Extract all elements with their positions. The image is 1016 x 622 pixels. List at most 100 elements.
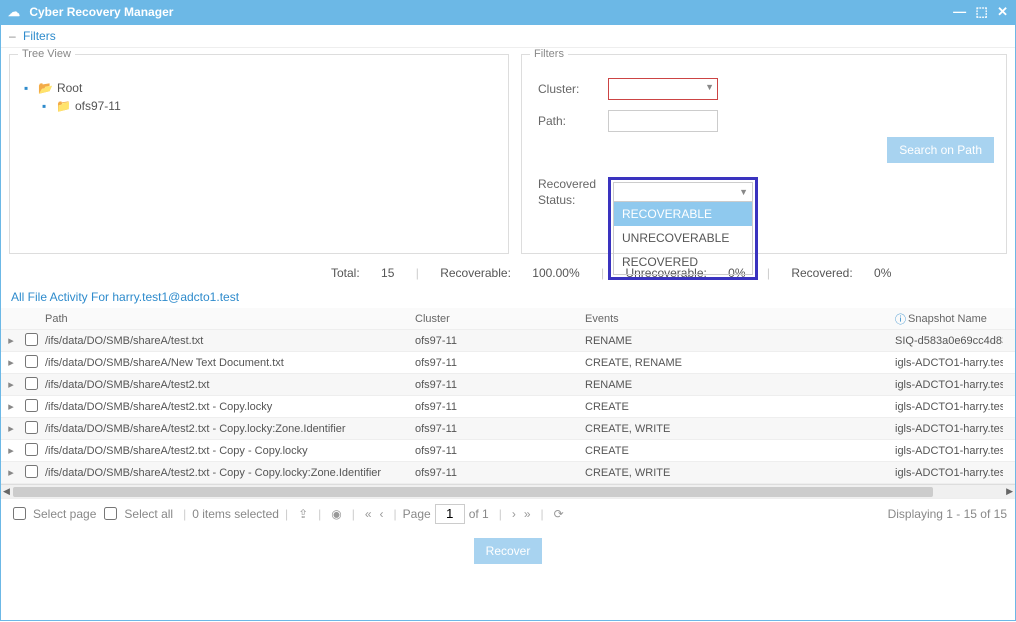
recovered-value: 0% <box>874 266 891 280</box>
tree-child-row[interactable]: ▪ 📁 ofs97-11 <box>42 97 494 115</box>
cell-events: CREATE, RENAME <box>581 357 891 369</box>
path-input[interactable] <box>608 110 718 132</box>
first-page-icon[interactable]: « <box>365 507 372 521</box>
cell-snapshot: igls-ADCTO1-harry.test1- <box>891 401 1003 413</box>
row-checkbox[interactable] <box>25 333 38 346</box>
minimize-icon[interactable]: — <box>953 4 966 19</box>
cell-path: /ifs/data/DO/SMB/shareA/New Text Documen… <box>41 357 411 369</box>
expand-row-icon[interactable]: ▸ <box>1 356 21 369</box>
tree-expand-icon[interactable]: ▪ <box>42 99 54 113</box>
expand-row-icon[interactable]: ▸ <box>1 334 21 347</box>
cell-path: /ifs/data/DO/SMB/shareA/test2.txt - Copy… <box>41 401 411 413</box>
filters-legend: Filters <box>530 48 568 60</box>
recovered-label: Recovered: <box>791 266 852 280</box>
cell-path: /ifs/data/DO/SMB/shareA/test2.txt <box>41 379 411 391</box>
export-icon[interactable]: ⇪ <box>298 507 308 521</box>
display-range: Displaying 1 - 15 of 15 <box>888 507 1007 521</box>
col-path[interactable]: Path <box>41 313 411 325</box>
table-row[interactable]: ▸ /ifs/data/DO/SMB/shareA/test2.txtofs97-… <box>1 374 1015 396</box>
folder-open-icon: 📂 <box>38 81 53 95</box>
option-recovered[interactable]: RECOVERED <box>614 250 752 274</box>
cluster-select[interactable] <box>608 78 718 100</box>
page-of-label: of 1 <box>469 507 489 521</box>
camera-icon[interactable]: ◉ <box>331 507 341 521</box>
table-row[interactable]: ▸/ifs/data/DO/SMB/shareA/test2.txt - Cop… <box>1 440 1015 462</box>
expand-row-icon[interactable]: ▸ <box>1 444 21 457</box>
table-row[interactable]: ▸ /ifs/data/DO/SMB/shareA/test2.txt - Cop… <box>1 396 1015 418</box>
select-page-label: Select page <box>33 507 96 521</box>
row-checkbox[interactable] <box>25 465 38 478</box>
table-row[interactable]: ▸ /ifs/data/DO/SMB/shareA/test.txtofs97-1… <box>1 330 1015 352</box>
cell-cluster: ofs97-11 <box>411 357 581 369</box>
cell-cluster: ofs97-11 <box>411 379 581 391</box>
table-row[interactable]: ▸ /ifs/data/DO/SMB/shareA/New Text Docume… <box>1 352 1015 374</box>
items-selected-label: 0 items selected <box>192 507 279 521</box>
total-value: 15 <box>381 266 394 280</box>
cell-path: /ifs/data/DO/SMB/shareA/test.txt <box>41 335 411 347</box>
option-unrecoverable[interactable]: UNRECOVERABLE <box>614 226 752 250</box>
table-row[interactable]: ▸/ifs/data/DO/SMB/shareA/test2.txt - Cop… <box>1 418 1015 440</box>
cell-path: /ifs/data/DO/SMB/shareA/test2.txt - Copy… <box>41 467 411 479</box>
cell-events: RENAME <box>581 379 891 391</box>
window-title: Cyber Recovery Manager <box>29 5 173 19</box>
option-recoverable[interactable]: RECOVERABLE <box>614 202 752 226</box>
cell-cluster: ofs97-11 <box>411 467 581 479</box>
tree-collapse-icon[interactable]: ▪ <box>24 81 36 95</box>
collapse-icon[interactable]: – <box>9 29 16 43</box>
cell-events: RENAME <box>581 335 891 347</box>
cell-events: CREATE <box>581 445 891 457</box>
table-row[interactable]: ▸ /ifs/data/DO/SMB/shareA/test2.txt - Cop… <box>1 462 1015 484</box>
row-checkbox[interactable] <box>25 421 38 434</box>
next-page-icon[interactable]: › <box>512 507 516 521</box>
scroll-right-icon[interactable]: ▶ <box>1006 486 1013 497</box>
row-checkbox[interactable] <box>25 355 38 368</box>
prev-page-icon[interactable]: ‹ <box>380 507 384 521</box>
cluster-label: Cluster: <box>538 82 608 96</box>
page-label: Page <box>403 507 431 521</box>
grid-header-row: Path Cluster Events ⓘ Snapshot Name <box>1 308 1015 330</box>
select-all-checkbox[interactable] <box>104 507 117 520</box>
window-titlebar: ☁ Cyber Recovery Manager — ⬚ ✕ <box>0 0 1016 24</box>
row-checkbox[interactable] <box>25 399 38 412</box>
chevron-down-icon: ▼ <box>739 187 748 197</box>
last-page-icon[interactable]: » <box>524 507 531 521</box>
select-all-label: Select all <box>124 507 173 521</box>
recoverable-value: 100.00% <box>532 266 579 280</box>
expand-row-icon[interactable]: ▸ <box>1 400 21 413</box>
stats-bar: Total: 15 | Recoverable: 100.00% | Unrec… <box>1 260 1015 284</box>
recovered-status-input[interactable]: ▼ <box>613 182 753 202</box>
col-snapshot[interactable]: ⓘ Snapshot Name <box>891 311 1003 327</box>
col-snapshot-label: Snapshot Name <box>908 313 987 325</box>
col-cluster[interactable]: Cluster <box>411 313 581 325</box>
tree-root-row[interactable]: ▪ 📂 Root <box>24 79 494 97</box>
col-events[interactable]: Events <box>581 313 891 325</box>
filters-section-header[interactable]: – Filters <box>1 25 1015 48</box>
select-page-checkbox[interactable] <box>13 507 26 520</box>
horizontal-scrollbar[interactable]: ◀ ▶ <box>1 484 1015 498</box>
recoverable-label: Recoverable: <box>440 266 511 280</box>
expand-row-icon[interactable]: ▸ <box>1 378 21 391</box>
maximize-icon[interactable]: ⬚ <box>975 4 987 19</box>
close-icon[interactable]: ✕ <box>997 4 1008 19</box>
cell-snapshot: igls-ADCTO1-harry.test1- <box>891 423 1003 435</box>
row-checkbox[interactable] <box>25 443 38 456</box>
cell-cluster: ofs97-11 <box>411 445 581 457</box>
expand-row-icon[interactable]: ▸ <box>1 422 21 435</box>
scroll-thumb[interactable] <box>13 487 933 497</box>
tree-child-label: ofs97-11 <box>75 99 121 113</box>
expand-row-icon[interactable]: ▸ <box>1 466 21 479</box>
refresh-icon[interactable]: ⟳ <box>554 507 564 521</box>
search-on-path-button[interactable]: Search on Path <box>887 137 994 163</box>
recovered-status-dropdown[interactable]: ▼ RECOVERABLE UNRECOVERABLE RECOVERED <box>608 177 758 280</box>
grid-title: All File Activity For harry.test1@adcto1… <box>1 284 1015 308</box>
cell-snapshot: igls-ADCTO1-harry.test1- <box>891 467 1003 479</box>
app-icon: ☁ <box>8 5 20 19</box>
info-icon: ⓘ <box>895 311 906 327</box>
recover-button[interactable]: Recover <box>474 538 543 564</box>
row-checkbox[interactable] <box>25 377 38 390</box>
cell-cluster: ofs97-11 <box>411 335 581 347</box>
cell-events: CREATE, WRITE <box>581 423 891 435</box>
page-number-input[interactable] <box>435 504 465 524</box>
tree-view-panel: Tree View ▪ 📂 Root ▪ 📁 ofs97-11 <box>9 54 509 254</box>
scroll-left-icon[interactable]: ◀ <box>3 486 10 497</box>
